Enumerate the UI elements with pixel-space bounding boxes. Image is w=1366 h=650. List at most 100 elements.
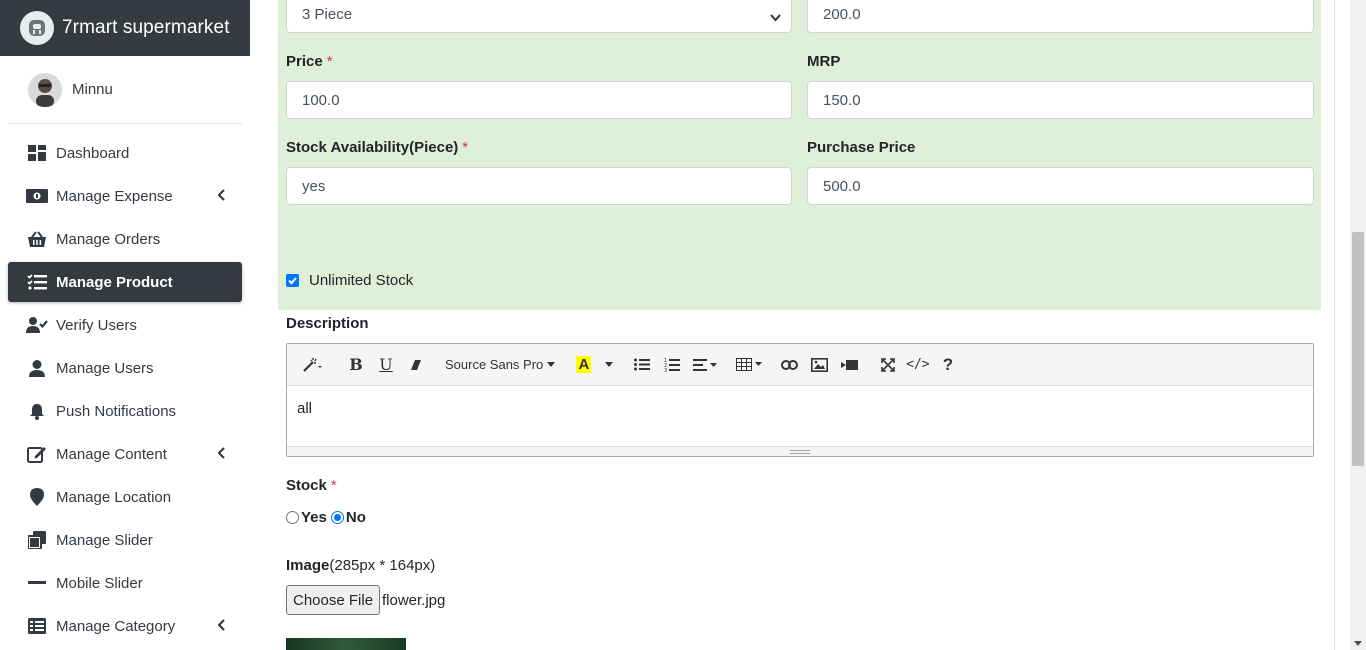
- unlimited-stock-checkbox[interactable]: [286, 274, 299, 287]
- user-name: Minnu: [72, 81, 113, 98]
- mrp-field[interactable]: 150.0: [807, 81, 1314, 119]
- image-preview: [286, 638, 406, 650]
- sidebar-item-dashboard[interactable]: Dashboard: [8, 133, 242, 173]
- main-content: 3 Piece 200.0 Price * 100.0 MRP 150.0 Sto…: [250, 0, 1350, 650]
- minus-icon: [26, 574, 48, 592]
- stock-radio-group: Yes No: [286, 509, 366, 526]
- unit-select[interactable]: 3 Piece: [286, 0, 792, 33]
- sidebar-item-manage-slider[interactable]: Manage Slider: [8, 520, 242, 560]
- sidebar-item-manage-expense[interactable]: Manage Expense: [8, 176, 242, 216]
- sidebar-item-manage-orders[interactable]: Manage Orders: [8, 219, 242, 259]
- stock-yes-label: Yes: [301, 509, 327, 526]
- bullet-list-icon[interactable]: [627, 350, 657, 380]
- stock-availability-field[interactable]: yes: [286, 167, 792, 205]
- list-check-icon: [26, 273, 48, 291]
- stock-label-text: Stock: [286, 477, 327, 494]
- sidebar-item-label: Push Notifications: [56, 402, 177, 420]
- video-icon[interactable]: [835, 350, 865, 380]
- sidebar-item-label: Manage Product: [56, 273, 173, 291]
- image-icon[interactable]: [805, 350, 835, 380]
- stock-no-radio[interactable]: [330, 511, 344, 524]
- sidebar-item-label: Manage Orders: [56, 230, 161, 248]
- bold-icon[interactable]: B: [341, 350, 371, 380]
- choose-file-button[interactable]: Choose File: [286, 585, 381, 615]
- image-label-text: Image: [286, 557, 330, 574]
- unit-select-value: 3 Piece: [302, 5, 353, 23]
- price-field[interactable]: 100.0: [286, 81, 792, 119]
- code-view-icon[interactable]: </>: [903, 350, 933, 380]
- user-check-icon: [26, 316, 48, 334]
- link-icon[interactable]: [775, 350, 805, 380]
- help-icon[interactable]: ?: [933, 350, 963, 380]
- file-name: flower.jpg: [382, 592, 446, 609]
- user-icon: [26, 359, 48, 377]
- stock-no-label: No: [345, 509, 366, 526]
- sidebar-item-verify-users[interactable]: Verify Users: [8, 305, 242, 345]
- ordered-list-icon[interactable]: 123: [657, 350, 687, 380]
- unlimited-stock-label: Unlimited Stock: [309, 272, 414, 289]
- weight-field[interactable]: 200.0: [807, 0, 1314, 33]
- product-form-card: 3 Piece 200.0 Price * 100.0 MRP 150.0 Sto…: [250, 0, 1335, 650]
- description-editor: B U Source Sans Pro A 123 </> ? all: [286, 343, 1314, 457]
- description-label: Description: [286, 315, 369, 332]
- required-mark: *: [330, 477, 337, 494]
- stock-availability-label-text: Stock Availability(Piece): [286, 139, 459, 156]
- scroll-down-arrow-icon[interactable]: [1354, 641, 1362, 646]
- price-label-text: Price: [286, 53, 323, 70]
- stock-availability-label: Stock Availability(Piece) *: [286, 139, 468, 156]
- sidebar-item-mobile-slider[interactable]: Mobile Slider: [8, 563, 242, 603]
- weight-value: 200.0: [823, 5, 861, 23]
- eraser-icon[interactable]: [401, 350, 431, 380]
- font-family-value: Source Sans Pro: [445, 357, 544, 372]
- price-value: 100.0: [302, 91, 340, 109]
- sidebar-item-label: Manage Users: [56, 359, 154, 377]
- text-color-icon[interactable]: A: [569, 350, 599, 380]
- sidebar-item-manage-location[interactable]: Manage Location: [8, 477, 242, 517]
- sidebar-item-push-notifications[interactable]: Push Notifications: [8, 391, 242, 431]
- sidebar-item-label: Manage Location: [56, 488, 172, 506]
- brand-link[interactable]: 7rmart supermarket: [0, 0, 250, 56]
- edit-icon: [26, 445, 48, 463]
- map-marker-icon: [26, 488, 48, 506]
- mrp-value: 150.0: [823, 91, 861, 109]
- sidebar-item-manage-category[interactable]: Manage Category: [8, 606, 242, 646]
- sidebar-item-label: Manage Category: [56, 617, 176, 635]
- sidebar-item-label: Verify Users: [56, 316, 137, 334]
- avatar: [28, 72, 62, 107]
- editor-resize-handle[interactable]: [287, 446, 1313, 456]
- sidebar-item-label: Manage Content: [56, 445, 167, 463]
- user-panel[interactable]: Minnu: [8, 56, 242, 124]
- app-logo-icon: [20, 11, 54, 45]
- fullscreen-icon[interactable]: [873, 350, 903, 380]
- unlimited-stock-row: Unlimited Stock: [286, 272, 413, 289]
- scrollbar-thumb[interactable]: [1352, 232, 1364, 466]
- stock-availability-value: yes: [302, 177, 326, 195]
- purchase-price-label: Purchase Price: [807, 139, 916, 156]
- sidebar: 7rmart supermarket Minnu Dashboard Manag…: [0, 0, 250, 650]
- chevron-left-icon: [217, 188, 226, 205]
- sidebar-item-label: Dashboard: [56, 144, 130, 162]
- chevron-left-icon: [217, 618, 226, 635]
- required-mark: *: [326, 53, 333, 70]
- price-label: Price *: [286, 53, 333, 70]
- sidebar-item-manage-users[interactable]: Manage Users: [8, 348, 242, 388]
- underline-icon[interactable]: U: [371, 350, 401, 380]
- chevron-down-icon[interactable]: [599, 350, 619, 380]
- magic-style-icon[interactable]: [293, 350, 333, 380]
- table-icon[interactable]: [731, 350, 767, 380]
- stock-yes-radio[interactable]: [286, 511, 299, 524]
- sidebar-item-manage-product[interactable]: Manage Product: [8, 262, 242, 302]
- purchase-price-field[interactable]: 500.0: [807, 167, 1314, 205]
- font-family-dropdown[interactable]: Source Sans Pro: [439, 350, 561, 380]
- svg-text:3: 3: [664, 368, 667, 372]
- bell-icon: [26, 402, 48, 420]
- sidebar-nav: Dashboard Manage Expense Manage Orders M…: [0, 124, 250, 646]
- sidebar-item-manage-content[interactable]: Manage Content: [8, 434, 242, 474]
- align-icon[interactable]: [687, 350, 723, 380]
- brand-name: 7rmart supermarket: [62, 17, 230, 38]
- clone-icon: [26, 531, 48, 549]
- dashboard-icon: [26, 144, 48, 162]
- page-scrollbar[interactable]: [1350, 0, 1366, 650]
- editor-content[interactable]: all: [287, 386, 1313, 446]
- image-size-hint: (285px * 164px): [329, 557, 436, 574]
